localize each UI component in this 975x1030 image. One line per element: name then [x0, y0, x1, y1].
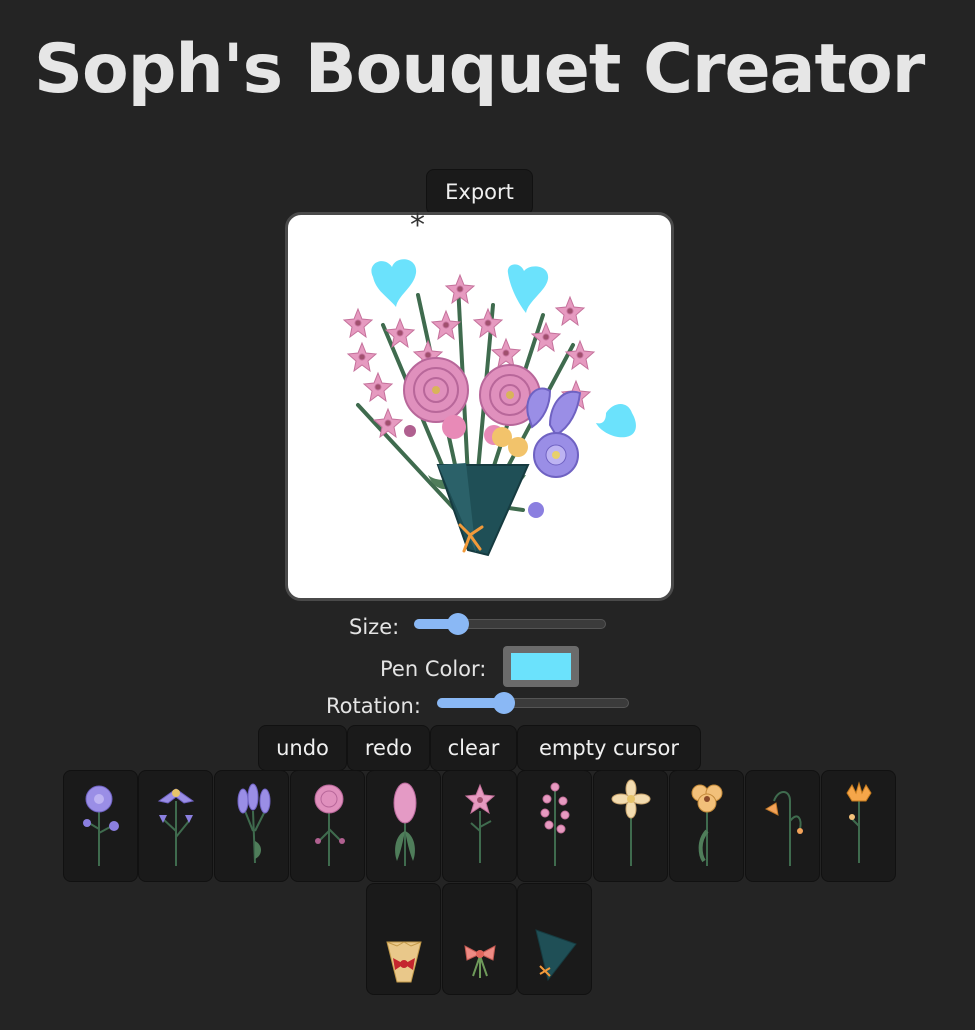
- palette-tile-blossom-sprig[interactable]: [517, 770, 592, 882]
- rotation-label: Rotation:: [326, 694, 421, 718]
- pink-blossom-sprig-icon: [540, 782, 570, 866]
- palette-tile-daisy[interactable]: [593, 770, 668, 882]
- palette-tile-hyacinth[interactable]: [366, 770, 441, 882]
- export-button[interactable]: Export: [426, 169, 533, 215]
- undo-button[interactable]: undo: [258, 725, 347, 771]
- pen-color-label: Pen Color:: [380, 657, 487, 681]
- cream-daisy-icon: [611, 779, 651, 866]
- palette-tile-blue-violet[interactable]: [63, 770, 138, 882]
- orange-carnation-icon: [846, 781, 872, 863]
- orange-bellflower-icon: [764, 791, 803, 866]
- teal-cone-wrap-icon: [535, 929, 577, 982]
- bouquet-canvas[interactable]: [285, 212, 674, 601]
- pink-hyacinth-icon: [393, 782, 417, 866]
- palette-tile-gold-wrap[interactable]: [366, 883, 441, 995]
- palette-tile-tulip[interactable]: [214, 770, 289, 882]
- rotation-slider[interactable]: [437, 689, 629, 717]
- peony-left: [403, 357, 469, 423]
- drawn-heart-left: [371, 259, 417, 307]
- palette-tile-bellflower[interactable]: [745, 770, 820, 882]
- palette-tile-carnation[interactable]: [821, 770, 896, 882]
- drawn-heart-right: [596, 404, 636, 438]
- palette-tile-ribbon-bundle[interactable]: [442, 883, 517, 995]
- size-slider-thumb[interactable]: [447, 613, 469, 635]
- pen-color-picker[interactable]: [503, 646, 579, 687]
- rotation-slider-thumb[interactable]: [493, 692, 515, 714]
- page-title: Soph's Bouquet Creator: [34, 30, 925, 109]
- palette-tile-teal-cone[interactable]: [517, 883, 592, 995]
- clear-button[interactable]: clear: [430, 725, 517, 771]
- redo-button[interactable]: redo: [347, 725, 430, 771]
- palette-tile-star-lily[interactable]: [442, 770, 517, 882]
- gold-wrap-red-bow-icon: [386, 941, 422, 983]
- drawn-heart-middle: [507, 264, 549, 313]
- palette-tile-pansy[interactable]: [669, 770, 744, 882]
- size-label: Size:: [349, 615, 400, 639]
- empty-cursor-button[interactable]: empty cursor: [517, 725, 701, 771]
- size-slider[interactable]: [414, 610, 606, 638]
- purple-tulip-bud-icon: [237, 783, 271, 864]
- peach-pansy-icon: [691, 784, 723, 866]
- bouquet-drawing: [342, 259, 636, 557]
- cursor-marker: *: [410, 208, 425, 243]
- pink-star-lily-icon: [464, 783, 496, 863]
- palette-tile-peony[interactable]: [290, 770, 365, 882]
- palette-tile-aster[interactable]: [138, 770, 213, 882]
- purple-aster-flower-icon: [157, 788, 195, 866]
- pen-color-swatch: [511, 653, 571, 680]
- pink-ribbon-bundle-icon: [464, 945, 496, 978]
- blue-violet-flower-icon: [83, 785, 119, 866]
- pink-peony-icon: [314, 784, 345, 866]
